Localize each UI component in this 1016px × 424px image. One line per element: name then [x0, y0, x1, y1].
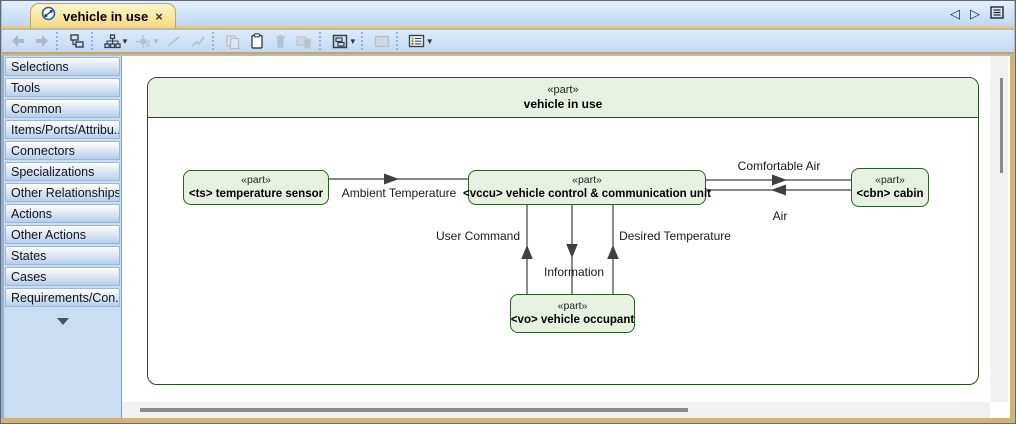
block-cabin[interactable]: «part» <cbn> cabin [851, 168, 929, 207]
toolbar-separator [91, 32, 98, 50]
tab-vehicle-in-use[interactable]: vehicle in use × [30, 3, 176, 28]
toolbar-separator [56, 32, 63, 50]
block-vccu[interactable]: «part» <vccu> vehicle control & communic… [463, 170, 711, 205]
draw-polyline-icon[interactable] [186, 31, 210, 51]
chevron-down-icon[interactable]: ▼ [152, 37, 160, 46]
scroll-tabs-left-icon[interactable]: ◁ [950, 7, 960, 20]
content-area: Selections Tools Common Items/Ports/Attr… [1, 56, 1014, 422]
delete-icon[interactable] [269, 31, 293, 51]
connector-label-air[interactable]: Air [773, 209, 788, 223]
sidebar-item-states[interactable]: States [5, 246, 120, 265]
horizontal-scrollbar[interactable] [122, 402, 990, 418]
sidebar-item-common[interactable]: Common [5, 99, 120, 118]
sidebar-item-cases[interactable]: Cases [5, 267, 120, 286]
toolbar-separator [318, 32, 326, 50]
app-window: vehicle in use × ◁ ▷ ▼ ▼ ▼ ▼ Selections … [0, 0, 1016, 424]
connector-label-ambient-temperature[interactable]: Ambient Temperature [342, 186, 457, 200]
tab-label: vehicle in use [63, 8, 149, 24]
sidebar-more-icon[interactable] [5, 309, 121, 330]
horizontal-scrollbar-thumb[interactable] [140, 408, 688, 412]
block-vehicle-occupant[interactable]: «part» <vo> vehicle occupant [510, 294, 635, 333]
toolbar-separator [211, 32, 219, 50]
scroll-tabs-right-icon[interactable]: ▷ [970, 7, 980, 20]
sidebar-item-requirements-constraints[interactable]: Requirements/Con... [5, 288, 120, 307]
chevron-down-icon[interactable]: ▼ [121, 37, 129, 46]
vertical-scrollbar[interactable] [990, 56, 1008, 402]
diagram-palette: Selections Tools Common Items/Ports/Attr… [5, 57, 121, 418]
vertical-scrollbar-thumb[interactable] [1000, 78, 1003, 173]
containment-tree-icon[interactable] [65, 31, 89, 51]
sidebar-item-tools[interactable]: Tools [5, 78, 120, 97]
back-icon[interactable] [6, 31, 30, 51]
toolbar-separator [395, 32, 403, 50]
image-icon[interactable] [370, 31, 394, 51]
diagram-canvas[interactable]: «part» vehicle in use «part» <ts> temper… [121, 56, 1010, 418]
close-icon[interactable]: × [155, 10, 163, 23]
block-stereotype: «part» [875, 174, 905, 186]
toolbar: ▼ ▼ ▼ ▼ [2, 30, 1014, 54]
block-name: <ts> temperature sensor [188, 188, 324, 200]
chevron-down-icon[interactable]: ▼ [349, 37, 357, 46]
chevron-down-icon[interactable]: ▼ [426, 37, 434, 46]
sidebar-item-items-ports-attributes[interactable]: Items/Ports/Attribu... [5, 120, 120, 139]
connector-label-user-command[interactable]: User Command [436, 229, 520, 243]
connector-label-information[interactable]: Information [544, 265, 604, 279]
connector-label-desired-temperature[interactable]: Desired Temperature [619, 229, 731, 243]
sidebar-item-connectors[interactable]: Connectors [5, 141, 120, 160]
block-name: <vo> vehicle occupant [510, 314, 635, 326]
tab-list-icon[interactable] [990, 6, 1004, 21]
sidebar-item-actions[interactable]: Actions [5, 204, 120, 223]
tab-navigation: ◁ ▷ [950, 6, 1004, 21]
copy-icon[interactable] [221, 31, 245, 51]
block-name: <vccu> vehicle control & communication u… [463, 188, 711, 200]
block-name: <cbn> cabin [856, 188, 924, 200]
tab-bar: vehicle in use × ◁ ▷ [2, 1, 1014, 28]
connector-lines [329, 173, 851, 294]
toolbar-separator [360, 32, 368, 50]
sidebar-item-specializations[interactable]: Specializations [5, 162, 120, 181]
connector-label-comfortable-air[interactable]: Comfortable Air [738, 159, 821, 173]
draw-line-icon[interactable] [162, 31, 186, 51]
block-stereotype: «part» [241, 174, 271, 186]
sidebar-item-other-actions[interactable]: Other Actions [5, 225, 120, 244]
diagram-icon [41, 6, 56, 26]
sidebar-item-selections[interactable]: Selections [5, 57, 120, 76]
paste-icon[interactable] [245, 31, 269, 51]
delete-with-contents-icon[interactable] [293, 31, 317, 51]
sidebar-item-other-relationships[interactable]: Other Relationships [5, 183, 120, 202]
block-stereotype: «part» [557, 300, 588, 312]
forward-icon[interactable] [30, 31, 54, 51]
block-temperature-sensor[interactable]: «part» <ts> temperature sensor [183, 170, 329, 205]
block-stereotype: «part» [572, 174, 602, 186]
